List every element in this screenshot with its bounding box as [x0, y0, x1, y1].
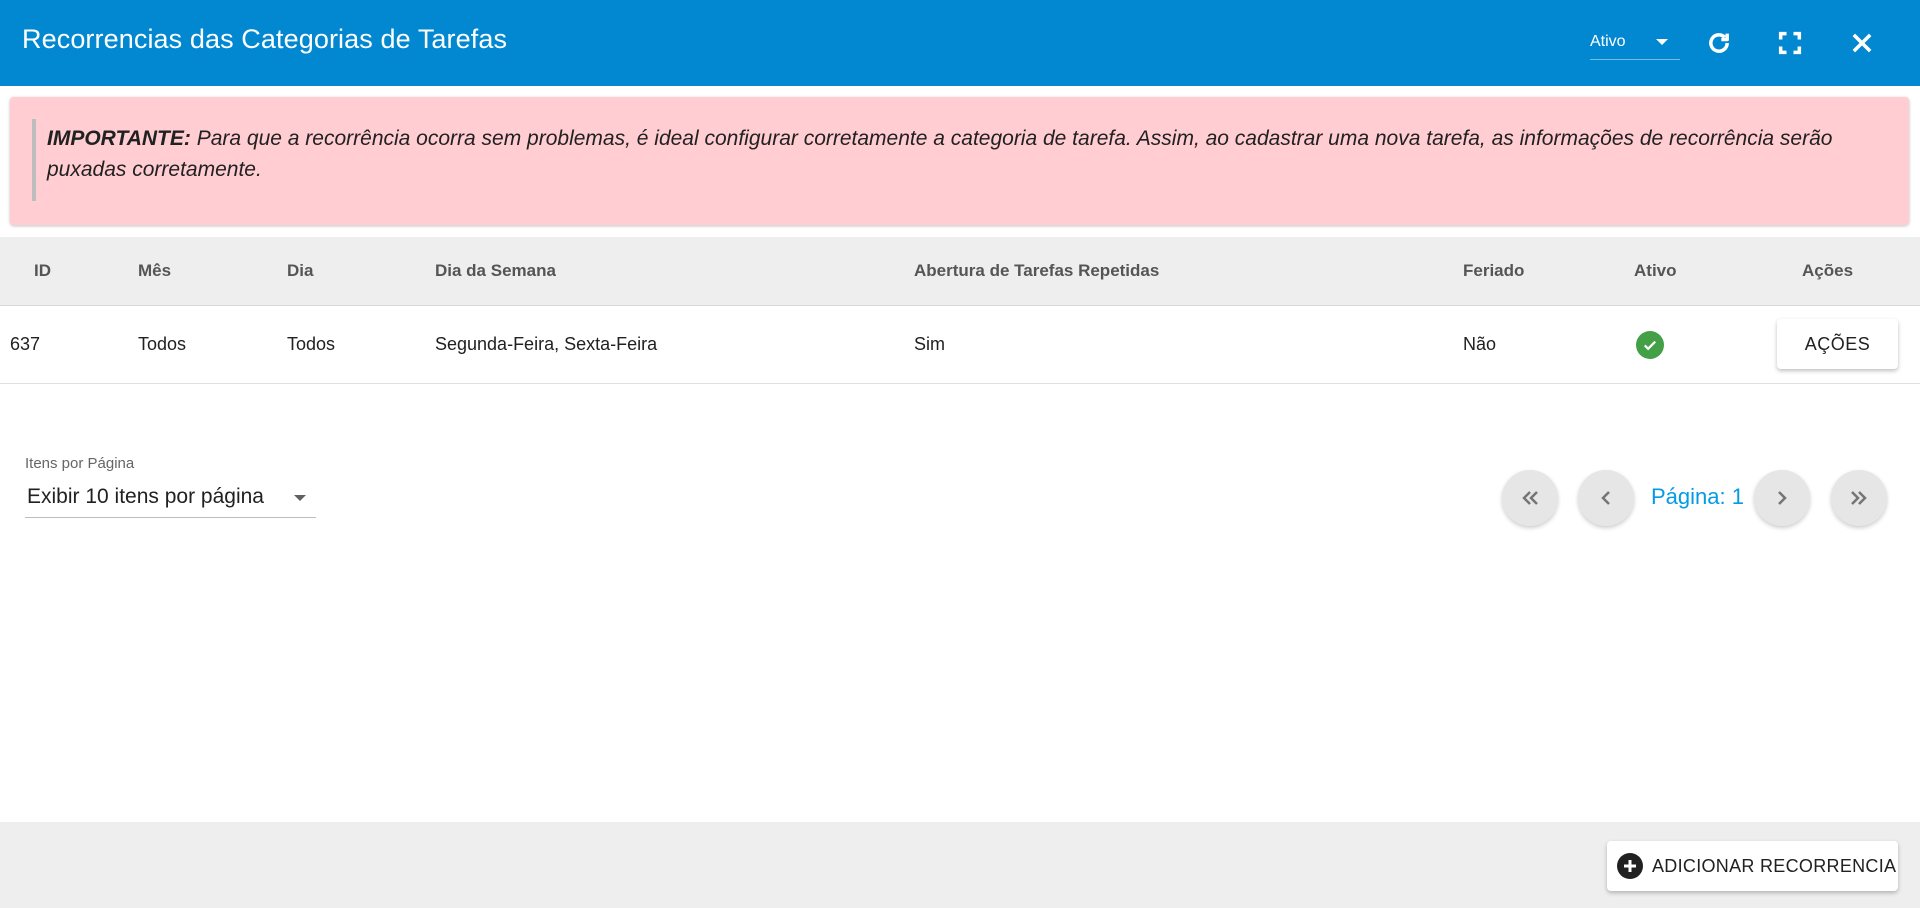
alert-body: Para que a recorrência ocorra sem proble…	[47, 127, 1833, 181]
cell-dia-semana: Segunda-Feira, Sexta-Feira	[435, 334, 658, 354]
last-page-icon	[1851, 491, 1867, 505]
per-page-label: Itens por Página	[25, 455, 135, 472]
fullscreen-icon	[1778, 31, 1802, 55]
add-recurrence-label: ADICIONAR RECORRENCIA	[1652, 856, 1897, 876]
cell-dia: Todos	[287, 334, 336, 354]
alert-message: IMPORTANTE: Para que a recorrência ocorr…	[47, 123, 1877, 185]
next-page-icon	[1778, 491, 1787, 505]
refresh-icon	[1709, 33, 1729, 53]
fullscreen-button[interactable]	[1770, 23, 1810, 63]
column-header-dia[interactable]: Dia	[287, 261, 313, 281]
status-select[interactable]: Ativo	[1590, 26, 1680, 60]
column-header-dia-semana[interactable]: Dia da Semana	[435, 261, 556, 281]
column-header-abertura[interactable]: Abertura de Tarefas Repetidas	[914, 261, 1159, 281]
column-header-mes[interactable]: Mês	[138, 261, 171, 281]
first-page-icon	[1522, 491, 1538, 505]
table-header: ID Mês Dia Dia da Semana Abertura de Tar…	[0, 237, 1920, 306]
chevron-down-icon	[1656, 39, 1668, 45]
close-button[interactable]	[1842, 23, 1882, 63]
cell-id: 637	[10, 334, 41, 354]
prev-page-button[interactable]	[1578, 470, 1634, 526]
column-header-ativo[interactable]: Ativo	[1634, 261, 1677, 281]
plus-circle-icon	[1617, 853, 1643, 879]
page-indicator: Página: 1	[1651, 484, 1744, 509]
cell-mes: Todos	[138, 334, 187, 354]
alert-strong: IMPORTANTE:	[47, 127, 191, 150]
footer-bar: ADICIONAR RECORRENCIA	[0, 822, 1920, 908]
page-title: Recorrencias das Categorias de Tarefas	[22, 24, 508, 54]
column-header-id[interactable]: ID	[34, 261, 51, 281]
per-page-value: Exibir 10 itens por página	[27, 485, 264, 508]
actions-button[interactable]: AÇÕES	[1777, 319, 1898, 369]
cell-abertura: Sim	[914, 334, 945, 354]
column-header-acoes: Ações	[1802, 261, 1854, 280]
column-header-feriado[interactable]: Feriado	[1463, 261, 1524, 281]
important-alert: IMPORTANTE: Para que a recorrência ocorr…	[10, 97, 1909, 225]
add-recurrence-button[interactable]: ADICIONAR RECORRENCIA	[1607, 841, 1898, 891]
cell-feriado: Não	[1463, 334, 1497, 354]
prev-page-icon	[1601, 491, 1610, 505]
close-icon	[1852, 33, 1872, 53]
last-page-button[interactable]	[1831, 470, 1887, 526]
header-bar: Recorrencias das Categorias de Tarefas A…	[0, 0, 1920, 86]
status-select-value: Ativo	[1590, 33, 1626, 50]
check-circle-icon	[1636, 331, 1664, 359]
refresh-button[interactable]	[1699, 23, 1739, 63]
chevron-down-icon	[294, 495, 306, 501]
table-row[interactable]: 637 Todos Todos Segunda-Feira, Sexta-Fei…	[0, 306, 1920, 384]
per-page-select[interactable]: Exibir 10 itens por página	[25, 478, 316, 518]
alert-accent-bar	[32, 119, 36, 201]
first-page-button[interactable]	[1502, 470, 1558, 526]
next-page-button[interactable]	[1754, 470, 1810, 526]
